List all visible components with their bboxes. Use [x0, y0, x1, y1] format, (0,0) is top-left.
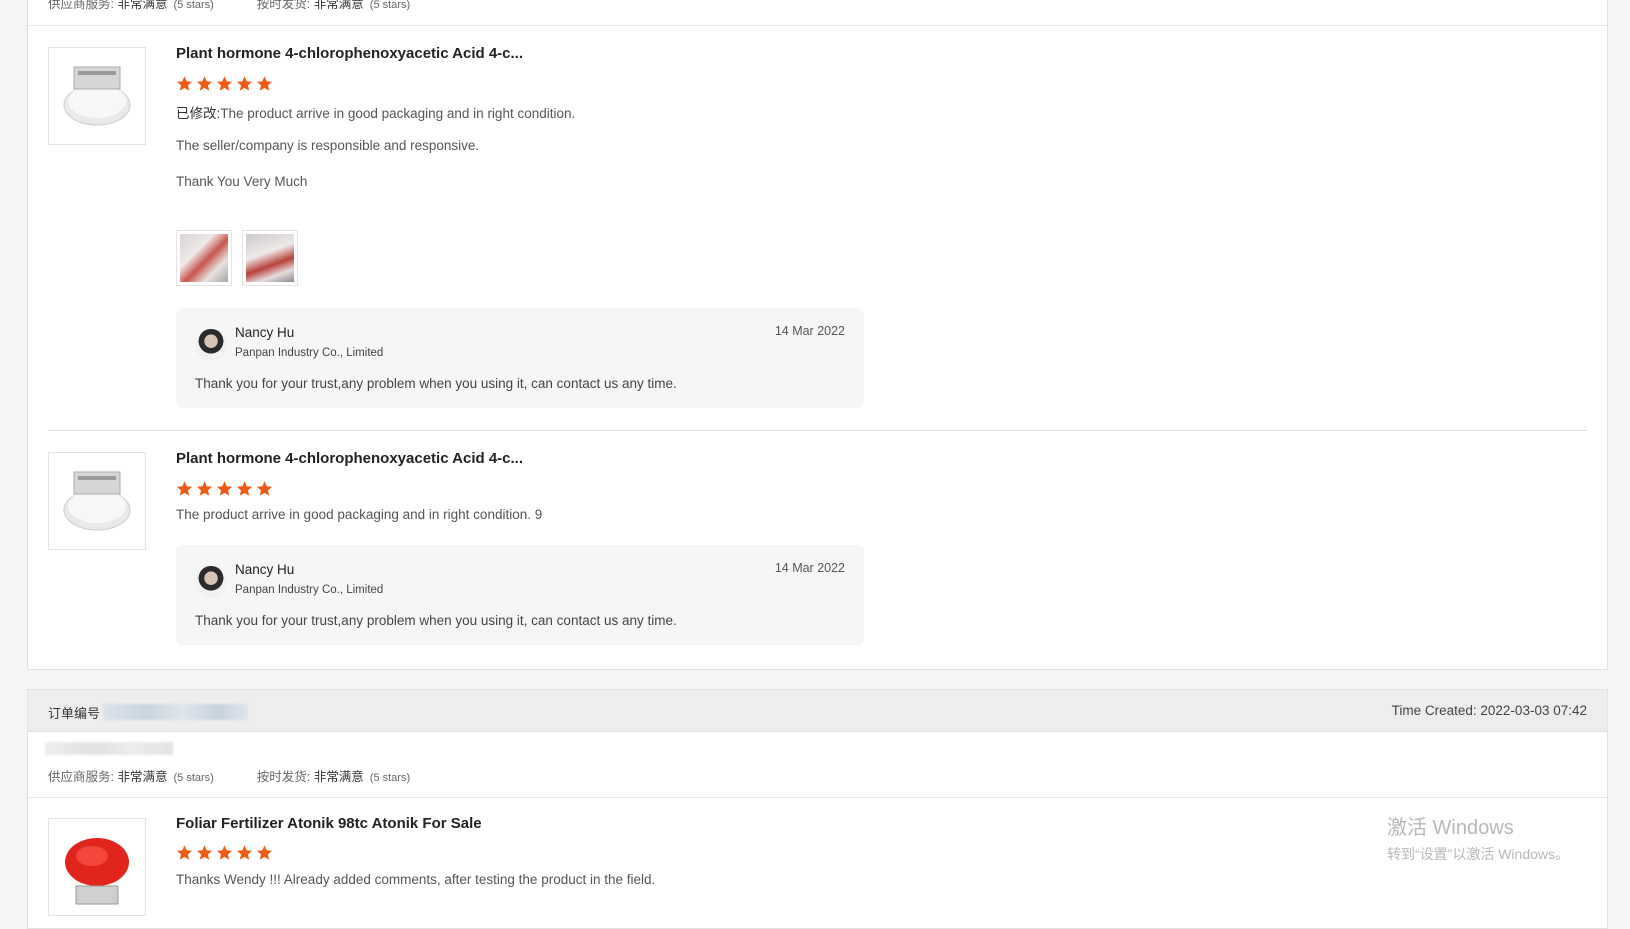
powder-dish-image	[63, 66, 131, 126]
order-panel: 供应商服务: 非常满意 (5 stars) 按时发货: 非常满意 (5 stars)…	[27, 0, 1608, 670]
product-title[interactable]: Foliar Fertilizer Atonik 98tc Atonik For…	[176, 815, 482, 832]
star-icon	[216, 845, 233, 860]
windows-activation-watermark: 激活 Windows 转到“设置”以激活 Windows。	[1387, 817, 1570, 862]
review-text-line: Thanks Wendy !!! Already added comments,…	[176, 872, 656, 887]
order-ratings-summary: 供应商服务: 非常满意 (5 stars) 按时发货: 非常满意 (5 stars)	[48, 770, 411, 784]
star-icon	[196, 481, 213, 496]
star-icon	[196, 76, 213, 91]
star-icon	[216, 76, 233, 91]
rating-stars	[176, 75, 273, 92]
reply-author: Nancy Hu	[235, 562, 295, 577]
order-number-label: 订单编号	[48, 706, 101, 721]
review-photo[interactable]	[242, 230, 298, 286]
product-title[interactable]: Plant hormone 4-chlorophenoxyacetic Acid…	[176, 450, 523, 467]
star-icon	[176, 481, 193, 496]
powder-dish-image	[63, 471, 131, 531]
review-text-line: 已修改:The product arrive in good packaging…	[176, 106, 576, 121]
reply-date: 14 Mar 2022	[774, 324, 845, 338]
order-header: 订单编号 Time Created: 2022-03-03 07:42	[28, 690, 1607, 732]
star-icon	[196, 845, 213, 860]
product-thumbnail[interactable]	[48, 818, 146, 916]
reply-message: Thank you for your trust,any problem whe…	[195, 613, 677, 628]
supplier-reply: Nancy Hu Panpan Industry Co., Limited 14…	[176, 308, 864, 408]
divider	[28, 25, 1607, 26]
reply-date: 14 Mar 2022	[774, 561, 845, 575]
star-icon	[176, 845, 193, 860]
avatar	[195, 566, 227, 598]
redacted-text	[45, 742, 173, 755]
star-icon	[216, 481, 233, 496]
star-icon	[236, 481, 253, 496]
product-title[interactable]: Plant hormone 4-chlorophenoxyacetic Acid…	[176, 45, 523, 62]
star-icon	[256, 76, 273, 91]
reply-company: Panpan Industry Co., Limited	[235, 347, 384, 359]
product-thumbnail[interactable]	[48, 47, 146, 145]
supplier-reply: Nancy Hu Panpan Industry Co., Limited 14…	[176, 545, 864, 645]
order-panel: 订单编号 Time Created: 2022-03-03 07:42 供应商服…	[27, 689, 1608, 929]
star-icon	[176, 76, 193, 91]
review-text-line: The product arrive in good packaging and…	[176, 507, 543, 522]
star-icon	[256, 845, 273, 860]
review-text-line: Thank You Very Much	[176, 174, 308, 189]
star-icon	[236, 845, 253, 860]
star-icon	[256, 481, 273, 496]
divider	[48, 430, 1587, 431]
review-text-line: The seller/company is responsible and re…	[176, 138, 480, 153]
review-photo[interactable]	[176, 230, 232, 286]
star-icon	[236, 76, 253, 91]
product-thumbnail[interactable]	[48, 452, 146, 550]
divider	[28, 797, 1607, 798]
avatar	[195, 329, 227, 361]
rating-stars	[176, 480, 273, 497]
order-number-redacted	[103, 704, 248, 720]
order-ratings-summary: 供应商服务: 非常满意 (5 stars) 按时发货: 非常满意 (5 stars)	[48, 0, 411, 11]
red-powder-image	[65, 838, 129, 905]
time-created: Time Created: 2022-03-03 07:42	[1391, 703, 1587, 718]
rating-stars	[176, 844, 273, 861]
reply-message: Thank you for your trust,any problem whe…	[195, 376, 677, 391]
reply-author: Nancy Hu	[235, 325, 295, 340]
reply-company: Panpan Industry Co., Limited	[235, 584, 384, 596]
